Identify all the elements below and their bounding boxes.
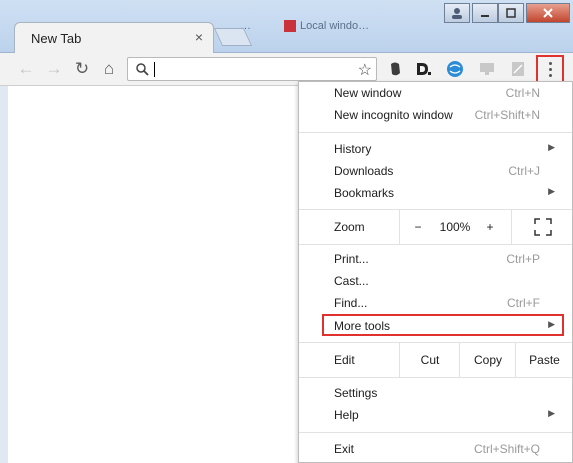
d-icon[interactable] [414,60,432,78]
background-tab-local[interactable]: Local windo… [284,20,374,40]
forward-button[interactable]: → [44,59,64,79]
menu-item-downloads[interactable]: Downloads Ctrl+J [299,160,572,182]
menu-item-exit[interactable]: Exit Ctrl+Shift+Q [299,438,572,460]
menu-item-label: New window [334,86,402,100]
tab-favicon-icon [284,20,296,33]
menu-item-shortcut: Ctrl+Shift+N [474,108,540,122]
close-icon [543,8,553,18]
menu-item-settings[interactable]: Settings [299,382,572,404]
cut-button[interactable]: Cut [399,343,460,377]
menu-item-label: History [334,142,372,156]
address-bar[interactable]: ☆ [127,57,377,81]
menu-dot-icon [548,61,552,65]
menu-separator [299,132,572,133]
menu-item-more-tools[interactable]: More tools ▶ [299,315,572,337]
title-bar: … Local windo… New Tab × [0,0,573,53]
menu-item-new-window[interactable]: New window Ctrl+N [299,82,572,104]
reload-button[interactable]: ↻ [72,59,92,79]
menu-item-shortcut: Ctrl+P [506,252,540,266]
menu-item-shortcut: Ctrl+F [507,296,540,310]
menu-item-shortcut: Ctrl+N [505,86,540,100]
menu-item-label: Cast... [334,274,369,288]
minimize-icon [481,15,489,17]
minimize-button[interactable] [472,3,498,23]
menu-separator [299,377,572,378]
menu-item-label: Print... [334,252,369,266]
menu-item-bookmarks[interactable]: Bookmarks ▶ [299,182,572,204]
close-window-button[interactable] [526,3,570,23]
edit-label: Edit [334,353,355,367]
back-button[interactable]: ← [16,59,36,79]
menu-item-label: More tools [334,319,391,333]
menu-dot-icon [548,73,552,77]
globe-icon[interactable] [446,60,464,78]
maximize-icon [506,8,516,18]
zoom-label: Zoom [334,220,365,234]
zoom-out-button[interactable]: − [399,210,436,244]
monitor-icon[interactable] [478,60,496,78]
evernote-icon[interactable] [386,60,404,78]
edit-row: Edit Cut Copy Paste [299,343,572,377]
paste-button[interactable]: Paste [515,343,573,377]
menu-item-label: Bookmarks [334,186,395,200]
tab-title: New Tab [31,31,82,46]
menu-item-print[interactable]: Print... Ctrl+P [299,248,572,270]
background-tab-label: Local windo… [300,20,370,32]
menu-item-label: Help [334,408,359,422]
menu-item-label: Exit [334,442,355,456]
user-icon [452,8,462,19]
chrome-menu-button[interactable] [536,55,564,83]
menu-dot-icon [548,67,552,71]
submenu-arrow-icon: ▶ [548,142,555,152]
maximize-button[interactable] [498,3,524,23]
bookmark-star-icon[interactable]: ☆ [358,60,372,80]
menu-item-history[interactable]: History ▶ [299,138,572,160]
copy-button[interactable]: Copy [459,343,516,377]
menu-separator [299,244,572,245]
zoom-row: Zoom − 100% + [299,210,572,244]
menu-item-label: Find... [334,296,368,310]
chrome-menu: New window Ctrl+N New incognito window C… [298,81,573,463]
submenu-arrow-icon: ▶ [548,319,555,329]
fullscreen-button[interactable] [511,210,573,244]
zoom-in-button[interactable]: + [475,210,505,244]
menu-item-label: Settings [334,386,378,400]
search-icon [136,63,149,76]
home-button[interactable]: ⌂ [99,59,119,79]
menu-separator [299,432,572,433]
menu-item-label: Downloads [334,164,394,178]
submenu-arrow-icon: ▶ [548,408,555,418]
text-caret [154,62,155,77]
menu-item-find[interactable]: Find... Ctrl+F [299,292,572,314]
pdf-icon[interactable] [509,60,527,78]
submenu-arrow-icon: ▶ [548,186,555,196]
zoom-level: 100% [439,220,471,234]
window-edge [0,86,8,463]
fullscreen-icon [533,218,552,236]
menu-item-new-incognito-window[interactable]: New incognito window Ctrl+Shift+N [299,104,572,126]
tab-close-icon[interactable]: × [195,29,203,45]
menu-item-shortcut: Ctrl+Shift+Q [473,442,540,456]
profile-button[interactable] [444,3,470,23]
menu-item-shortcut: Ctrl+J [508,164,540,178]
menu-item-cast[interactable]: Cast... [299,270,572,292]
tab-new-tab[interactable]: New Tab × [14,22,214,53]
menu-item-help[interactable]: Help ▶ [299,404,572,426]
menu-item-label: New incognito window [334,108,453,122]
